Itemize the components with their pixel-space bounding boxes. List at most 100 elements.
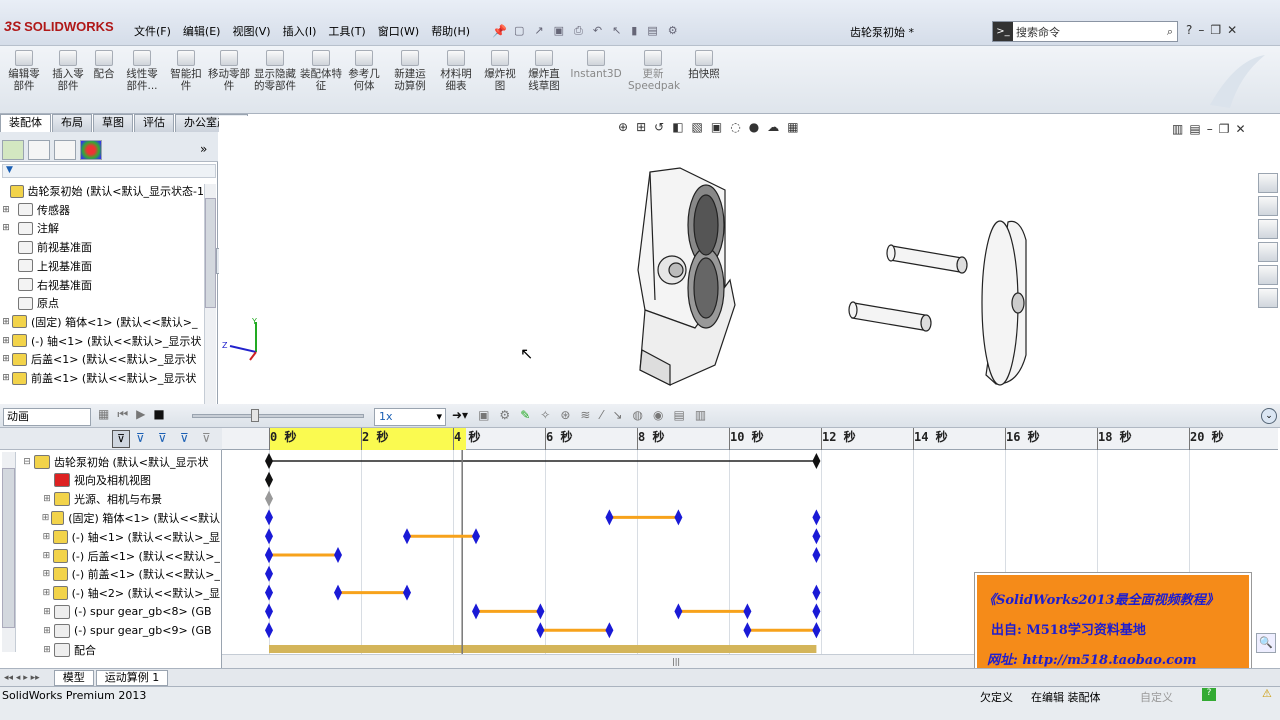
scene-icon[interactable]: ☁ [767,120,779,134]
filter-selected-icon[interactable]: ⊽ [158,431,167,445]
playback-mode-icon[interactable]: ➜▾ [452,408,468,422]
end-key-point[interactable] [812,528,821,545]
home-icon[interactable] [1258,173,1278,193]
edit-appearance-icon[interactable]: ● [749,120,759,134]
play-from-start-icon[interactable]: ⏮ [117,407,128,422]
zoom-to-fit-icon[interactable]: ⊕ [618,120,628,134]
filter-autofit-icon[interactable]: ⊽ [202,431,211,445]
tab-model[interactable]: 模型 [53,669,94,686]
insert-component-button[interactable]: 插入零部件 [48,50,88,92]
menu-insert[interactable]: 插入(I) [277,22,323,42]
units-select[interactable]: 自定义 [1140,689,1173,705]
gravity-icon[interactable]: ◉ [653,408,663,422]
add-key-icon[interactable]: ✧ [540,408,550,422]
update-speedpak-button[interactable]: 更新Speedpak [628,50,680,92]
reference-geometry-button[interactable]: 参考几何体 [344,50,384,92]
view-orientation-icon[interactable]: ▧ [692,120,703,134]
restore-icon[interactable]: ❐ [1210,23,1221,37]
feature-tree-tab-icon[interactable] [2,140,24,160]
autokey-icon[interactable]: ✎ [520,408,530,422]
linear-pattern-button[interactable]: 线性零部件... [122,50,162,92]
appearances-icon[interactable] [1258,265,1278,285]
motion-row-root[interactable]: ⊟ 齿轮泵初始 (默认<默认_显示状 [0,452,220,471]
timeline-scrollbar[interactable]: ||| [222,654,974,668]
key-point[interactable] [472,603,480,620]
help-status-icon[interactable]: ? [1202,688,1216,701]
view-palette-icon[interactable] [1258,242,1278,262]
zoom-timeline-icon[interactable]: 🔍 [1256,633,1276,653]
end-key-point[interactable] [812,584,821,601]
motion-row-lights[interactable]: ⊞ 光源、相机与布景 [0,490,220,509]
motion-row-mates[interactable]: ⊞ 配合 [0,640,220,659]
menu-view[interactable]: 视图(V) [226,22,276,42]
pin-icon[interactable]: 📌 [492,24,507,38]
viewport-tile-icon[interactable]: ▤ [1189,122,1200,136]
start-key-point[interactable] [265,528,273,545]
expand-toggle-icon[interactable]: ⊞ [0,317,12,327]
motion-row-view[interactable]: 视向及相机视图 [0,471,220,490]
display-style-icon[interactable]: ▣ [711,120,722,134]
key-point[interactable] [743,603,752,620]
rebuild-icon[interactable]: ▮ [631,24,637,38]
expand-toggle-icon[interactable]: ⊞ [40,588,53,598]
tree-item-root[interactable]: 齿轮泵初始 (默认<默认_显示状态-1 [0,182,204,200]
motion-row-shaft-2[interactable]: ⊞ (-) 轴<2> (默认<<默认>_显 [0,584,220,603]
filter-animated-icon[interactable]: ⊽ [112,430,130,448]
motion-row-front-cover[interactable]: ⊞ (-) 前盖<1> (默认<<默认>_ [0,565,220,584]
smart-fastener-button[interactable]: 智能扣件 [166,50,206,92]
exploded-view-button[interactable]: 爆炸视图 [480,50,520,92]
tab-evaluate[interactable]: 评估 [134,114,174,132]
save-animation-icon[interactable]: ▣ [478,408,489,422]
end-key-point[interactable] [812,547,821,563]
expand-toggle-icon[interactable]: ⊞ [0,223,12,233]
previous-view-icon[interactable]: ↺ [654,120,664,134]
explode-line-sketch-button[interactable]: 爆炸直线草图 [524,50,564,92]
key-point[interactable] [605,509,614,526]
expand-toggle-icon[interactable]: ⊞ [40,569,53,579]
start-key-point[interactable] [265,603,273,620]
help-icon[interactable]: ? [1186,23,1192,37]
key-point[interactable] [472,528,480,545]
collapse-motion-icon[interactable]: ⌄ [1261,408,1277,424]
design-library-icon[interactable] [1258,196,1278,216]
print-icon[interactable]: ⎙ [574,24,583,38]
custom-properties-icon[interactable] [1258,288,1278,308]
motion-row-shaft-1[interactable]: ⊞ (-) 轴<1> (默认<<默认>_显 [0,527,220,546]
rebuild-status-icon[interactable]: ⚠ [1262,687,1272,700]
bom-button[interactable]: 材料明细表 [436,50,476,92]
new-motion-study-button[interactable]: 新建运动算例 [390,50,430,92]
search-box[interactable]: >_ 搜索命令 ⌕ [992,21,1178,42]
tree-filter[interactable]: ▼ [2,164,216,178]
stop-icon[interactable]: ■ [153,407,164,422]
tree-item-shaft-1[interactable]: ⊞ (-) 轴<1> (默认<<默认>_显示状 [0,332,204,350]
expand-toggle-icon[interactable]: ⊞ [0,336,12,346]
open-icon[interactable]: ↗ [534,24,543,38]
zoom-area-icon[interactable]: ⊞ [636,120,646,134]
key-point[interactable] [674,603,683,620]
gear-pump-model[interactable] [600,160,1060,395]
viewport-split-icon[interactable]: ▥ [1172,122,1183,136]
instant3d-button[interactable]: Instant3D [568,50,624,80]
motion-row-gear-8[interactable]: ⊞ (-) spur gear_gb<8> (GB [0,602,220,621]
motion-row-rear-cover[interactable]: ⊞ (-) 后盖<1> (默认<<默认>_ [0,546,220,565]
motion-tree-scrollbar[interactable] [2,452,16,652]
key-point[interactable] [605,622,614,639]
tab-assembly[interactable]: 装配体 [0,114,51,132]
play-icon[interactable]: ▶ [136,407,145,422]
expand-toggle-icon[interactable]: ⊞ [40,513,51,523]
close-icon[interactable]: ✕ [1227,23,1237,37]
file-explorer-icon[interactable] [1258,219,1278,239]
key-point[interactable] [743,622,752,639]
start-key-point[interactable] [265,622,273,639]
contact-icon[interactable]: ◍ [633,408,643,422]
calculate-icon[interactable]: ▦ [98,407,109,422]
mate-button[interactable]: 配合 [92,50,116,80]
key-point[interactable] [334,584,342,601]
tree-item-annotations[interactable]: ⊞ 注解 [0,219,204,237]
undo-icon[interactable]: ↶ [593,24,602,38]
key-point[interactable] [536,622,545,639]
expand-toggle-icon[interactable]: ⊟ [20,457,34,467]
menu-tools[interactable]: 工具(T) [322,22,371,42]
assembly-features-button[interactable]: 装配体特征 [300,50,342,92]
results-icon[interactable]: ▤ [673,408,684,422]
